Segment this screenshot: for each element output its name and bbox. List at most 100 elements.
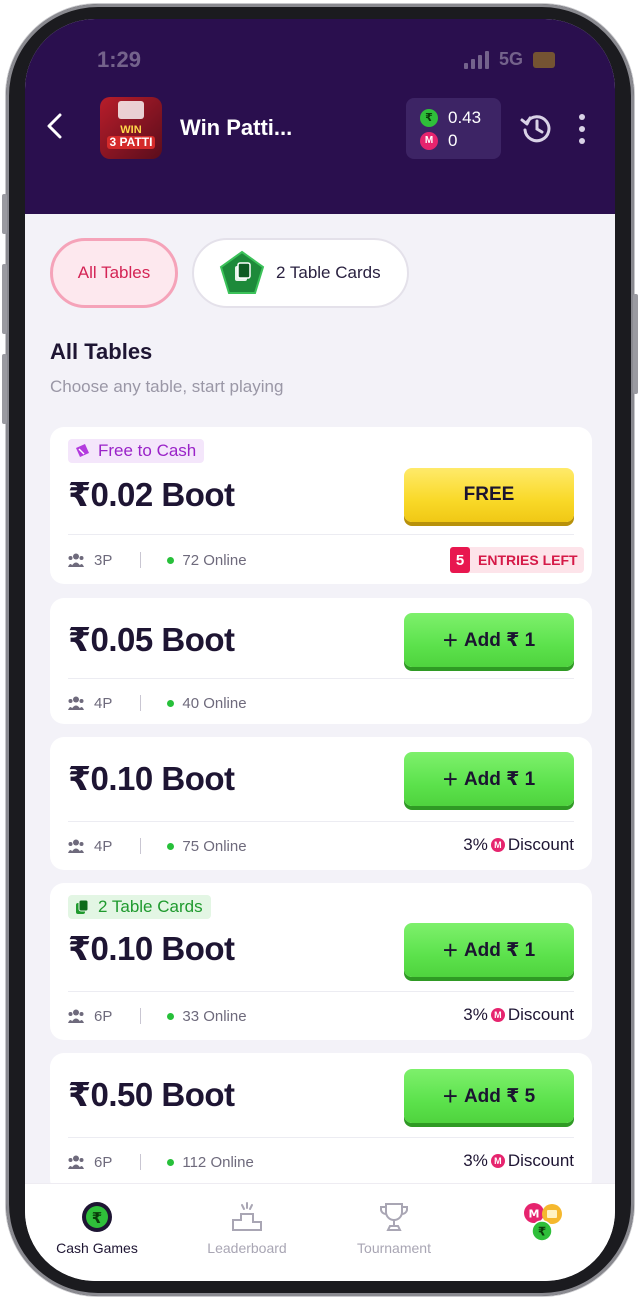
add-cash-button[interactable]: + Add ₹ 1 xyxy=(404,923,574,977)
divider xyxy=(68,534,574,535)
tag-label: Free to Cash xyxy=(98,441,197,460)
boot-amount: ₹0.10 Boot xyxy=(68,760,235,797)
status-icons: 5G xyxy=(463,49,555,70)
online-count: 75 Online xyxy=(182,837,247,855)
plus-icon: + xyxy=(442,1080,458,1111)
button-label: Add ₹ 5 xyxy=(463,1085,536,1107)
table-cards-tag: 2 Table Cards xyxy=(68,895,211,919)
divider xyxy=(68,1137,574,1138)
filter-table-cards[interactable]: 2 Table Cards xyxy=(192,238,409,308)
filter-all-tables[interactable]: All Tables xyxy=(50,238,178,308)
more-menu-icon[interactable] xyxy=(577,114,587,144)
free-play-button[interactable]: FREE xyxy=(404,468,574,522)
player-count: 4P xyxy=(94,694,113,712)
players-icon xyxy=(68,696,84,710)
entries-left-badge: 5 ENTRIES LEFT xyxy=(450,547,584,573)
discount-text: Discount xyxy=(507,1005,574,1024)
battery-icon xyxy=(533,51,555,68)
discount-text: Discount xyxy=(507,835,574,854)
side-button xyxy=(2,354,7,424)
tag-label: 2 Table Cards xyxy=(98,897,203,916)
trophy-icon xyxy=(377,1200,411,1234)
rupee-coin-icon: ₹ xyxy=(420,108,438,127)
filter-table-cards-label: 2 Table Cards xyxy=(276,263,381,282)
side-button xyxy=(633,294,638,394)
signal-icon xyxy=(463,50,489,69)
nav-tournament[interactable]: Tournament xyxy=(324,1200,464,1256)
nav-label: Cash Games xyxy=(56,1240,138,1256)
svg-text:M: M xyxy=(529,1208,540,1221)
coin-balance: 0 xyxy=(448,130,458,150)
add-cash-button[interactable]: + Add ₹ 1 xyxy=(404,613,574,667)
button-label: Add ₹ 1 xyxy=(463,768,536,790)
table-card-icon xyxy=(219,250,265,294)
table-meta: 4P 75 Online xyxy=(68,836,247,856)
table-card: ₹0.10 Boot + Add ₹ 1 4P 75 Online 3% M D… xyxy=(50,737,592,870)
wallet-balance[interactable]: ₹ 0.43 M 0 xyxy=(406,98,501,159)
rupee-icon: ₹ xyxy=(80,1200,114,1234)
cash-balance: 0.43 xyxy=(448,107,482,127)
m-coin-icon: M xyxy=(490,1154,505,1168)
free-to-cash-tag: Free to Cash xyxy=(68,439,205,463)
button-label: Add ₹ 1 xyxy=(463,939,536,961)
online-count: 33 Online xyxy=(182,1007,247,1025)
status-time: 1:29 xyxy=(97,47,142,72)
table-meta: 3P 72 Online xyxy=(68,550,247,570)
app-screen: 1:29 5G WIN 3 PATTI Win Patti... ₹ 0.43 … xyxy=(25,19,615,1281)
discount-percent: 3% xyxy=(463,1005,488,1024)
table-card: ₹0.05 Boot + Add ₹ 1 4P 40 Online xyxy=(50,598,592,724)
table-meta: 6P 112 Online xyxy=(68,1152,254,1172)
online-dot-icon xyxy=(167,1158,175,1166)
player-count: 6P xyxy=(94,1153,113,1171)
divider xyxy=(68,821,574,822)
ticket-icon xyxy=(76,444,89,457)
nav-cash-games[interactable]: ₹ Cash Games xyxy=(27,1200,167,1256)
boot-amount: ₹0.02 Boot xyxy=(68,476,235,513)
nav-coins[interactable]: M ₹ xyxy=(473,1200,613,1250)
online-count: 40 Online xyxy=(182,694,247,712)
side-button xyxy=(2,194,7,234)
player-count: 3P xyxy=(94,551,113,569)
discount-percent: 3% xyxy=(463,1151,488,1170)
add-cash-button[interactable]: + Add ₹ 5 xyxy=(404,1069,574,1123)
podium-icon xyxy=(230,1200,264,1234)
players-icon xyxy=(68,553,84,567)
table-card: 2 Table Cards ₹0.10 Boot + Add ₹ 1 6P 33… xyxy=(50,883,592,1040)
cards-graphic xyxy=(118,101,144,119)
svg-text:₹: ₹ xyxy=(92,1209,102,1227)
side-button xyxy=(2,264,7,334)
boot-amount: ₹0.10 Boot xyxy=(68,930,235,967)
discount-percent: 3% xyxy=(463,835,488,854)
add-cash-button[interactable]: + Add ₹ 1 xyxy=(404,752,574,806)
table-card: ₹0.50 Boot + Add ₹ 5 6P 112 Online 3% M … xyxy=(50,1053,592,1193)
history-icon[interactable] xyxy=(519,111,553,145)
plus-icon: + xyxy=(442,763,458,794)
svg-text:₹: ₹ xyxy=(538,1225,546,1239)
online-dot-icon xyxy=(167,1012,175,1020)
nav-label: Leaderboard xyxy=(207,1240,287,1256)
player-count: 4P xyxy=(94,837,113,855)
app-header: 1:29 5G WIN 3 PATTI Win Patti... ₹ 0.43 … xyxy=(25,19,615,214)
discount-label: 3% M Discount xyxy=(463,1005,574,1025)
boot-amount: ₹0.05 Boot xyxy=(68,621,235,658)
coins-icon: M ₹ xyxy=(521,1200,565,1244)
plus-icon: + xyxy=(442,624,458,655)
table-card: Free to Cash ₹0.02 Boot FREE 3P 72 Onlin… xyxy=(50,427,592,584)
nav-label: Tournament xyxy=(357,1240,431,1256)
discount-label: 3% M Discount xyxy=(463,835,574,855)
online-count: 112 Online xyxy=(182,1153,254,1171)
back-arrow-icon[interactable] xyxy=(41,111,71,141)
players-icon xyxy=(68,1155,84,1169)
divider xyxy=(68,991,574,992)
entries-count: 5 xyxy=(450,547,470,573)
boot-amount: ₹0.50 Boot xyxy=(68,1076,235,1113)
section-subtitle: Choose any table, start playing xyxy=(50,377,284,396)
button-label: FREE xyxy=(463,484,515,505)
online-dot-icon xyxy=(167,556,175,564)
table-meta: 6P 33 Online xyxy=(68,1006,247,1026)
nav-leaderboard[interactable]: Leaderboard xyxy=(177,1200,317,1256)
m-coin-icon: M xyxy=(490,838,505,852)
online-dot-icon xyxy=(167,842,175,850)
m-coin-icon: M xyxy=(490,1008,505,1022)
game-logo: WIN 3 PATTI xyxy=(100,97,162,159)
